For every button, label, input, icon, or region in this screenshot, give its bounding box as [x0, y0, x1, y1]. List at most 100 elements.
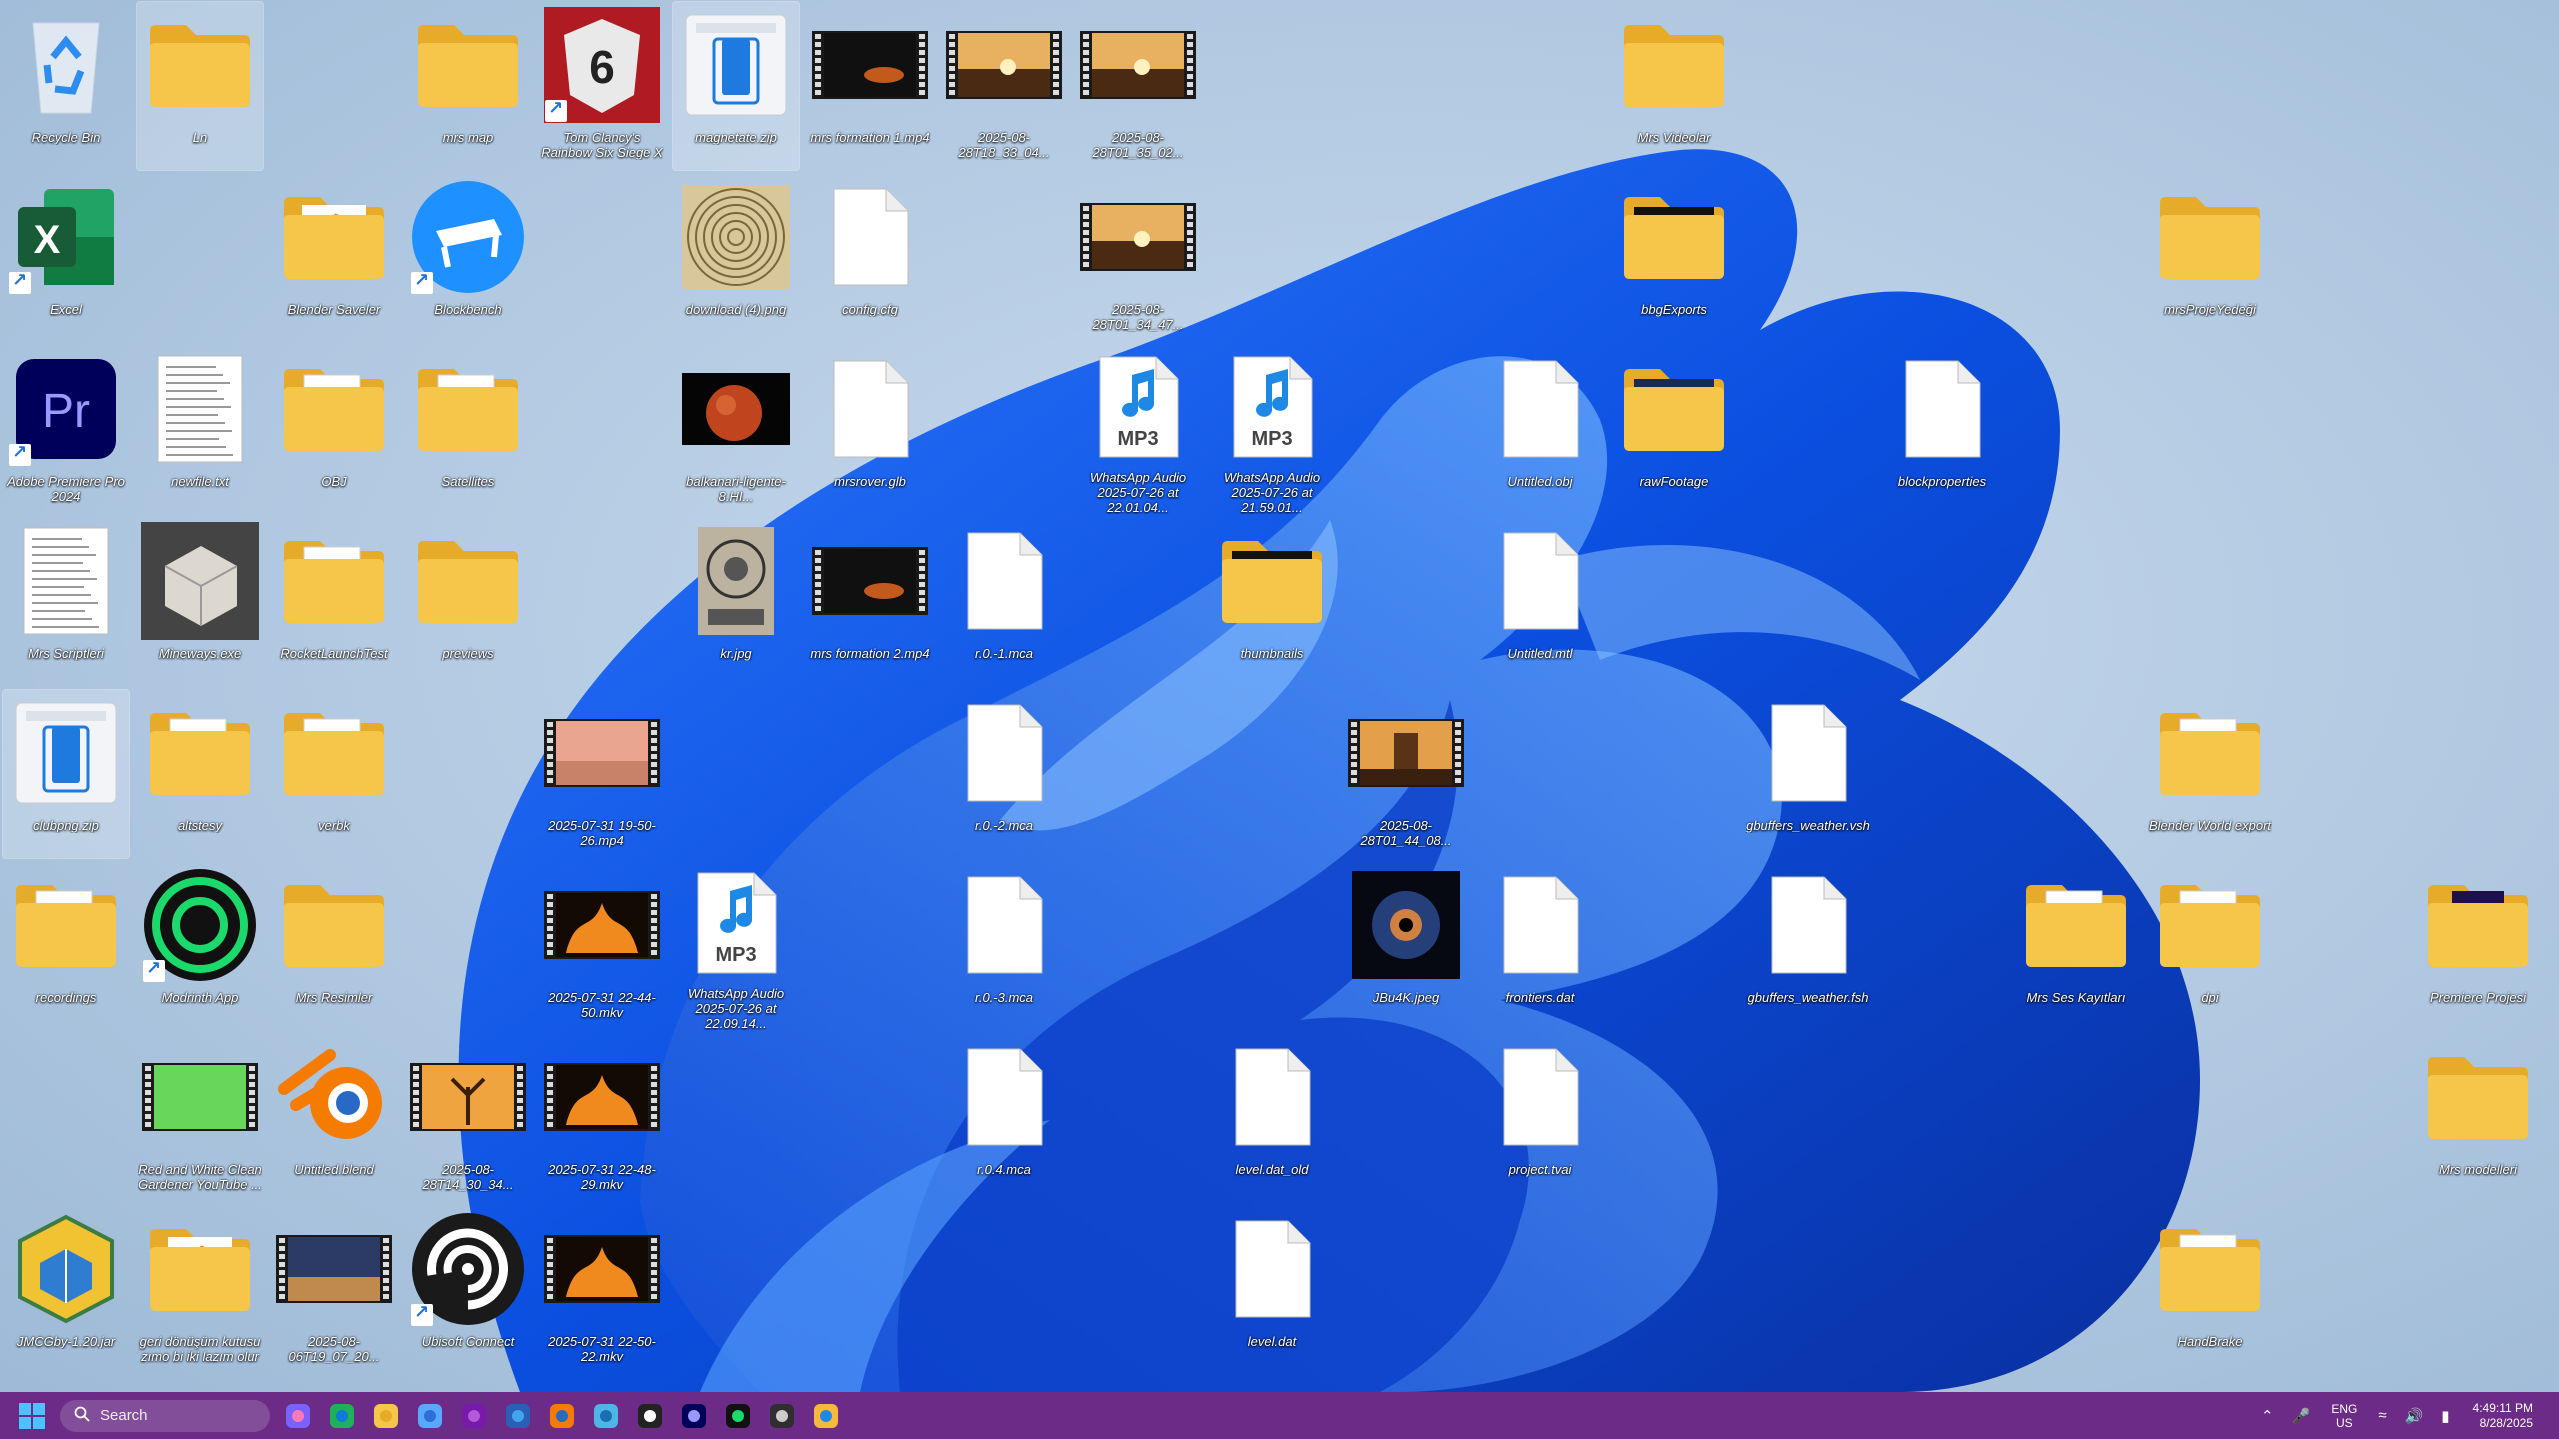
desktop-icon[interactable]: 2025-08-06T19_07_20... — [271, 1206, 397, 1374]
text-icon — [141, 350, 259, 468]
img-icon — [677, 350, 795, 468]
desktop-icon[interactable]: 2025-07-31 22-50-22.mkv — [539, 1206, 665, 1374]
taskbar-search-box[interactable]: Search — [60, 1399, 270, 1432]
desktop-icon[interactable]: mrsProjeYedeği — [2147, 174, 2273, 342]
premiere-icon[interactable] — [672, 1394, 716, 1438]
desktop-icon[interactable]: HandBrake — [2147, 1206, 2273, 1374]
microphone-icon[interactable]: 🎤 — [2292, 1407, 2311, 1425]
desktop-icon[interactable]: JMCGby-1.20.jar — [3, 1206, 129, 1374]
desktop-icon[interactable]: 6 Tom Clancy's Rainbow Six Siege X — [539, 2, 665, 170]
desktop-icon[interactable]: mrs map — [405, 2, 531, 170]
edge-icon[interactable] — [320, 1394, 364, 1438]
start-button[interactable] — [10, 1394, 54, 1438]
desktop-icon[interactable]: RocketLaunchTest — [271, 518, 397, 686]
desktop-icon[interactable]: Modrinth App — [137, 862, 263, 1030]
desktop-icon[interactable]: 2025-08-28T14_30_34... — [405, 1034, 531, 1202]
desktop-icon[interactable]: Untitled.blend — [271, 1034, 397, 1202]
desktop-icon[interactable]: Mrs Videolar — [1611, 2, 1737, 170]
desktop-icon[interactable]: Recycle Bin — [3, 2, 129, 170]
desktop-icon[interactable]: Red and White Clean Gardener YouTube ... — [137, 1034, 263, 1202]
desktop-icon[interactable]: Pr Premiere Projesi — [2415, 862, 2541, 1030]
desktop-icon[interactable]: Pr Adobe Premiere Pro 2024 — [3, 346, 129, 514]
onenote-icon[interactable] — [452, 1394, 496, 1438]
blender-icon[interactable] — [540, 1394, 584, 1438]
desktop-icon[interactable]: r.0.-2.mca — [941, 690, 1067, 858]
desktop-icon[interactable]: 2025-07-31 22-44-50.mkv — [539, 862, 665, 1030]
desktop-icon[interactable]: clubpng.zip — [2, 689, 130, 859]
desktop-icon[interactable]: rawFootage — [1611, 346, 1737, 514]
desktop-icon[interactable]: 2025-08-28T01_35_02... — [1075, 2, 1201, 170]
desktop-icon[interactable]: 2025-08-28T01_34_47... — [1075, 174, 1201, 342]
desktop-icon[interactable]: 2025-07-31 22-48-29.mkv — [539, 1034, 665, 1202]
desktop-icon[interactable]: dpi — [2147, 862, 2273, 1030]
desktop-icon[interactable]: altstesy — [137, 690, 263, 858]
volume-icon[interactable]: 🔊 — [2405, 1407, 2424, 1425]
language-indicator[interactable]: ENG US — [2331, 1402, 2357, 1430]
desktop-icon[interactable]: Satellites — [405, 346, 531, 514]
desktop-icon[interactable]: newfile.txt — [137, 346, 263, 514]
desktop-icon[interactable]: Ubisoft Connect — [405, 1206, 531, 1374]
desktop-icon[interactable]: MP3 WhatsApp Audio 2025-07-26 at 22.09.1… — [673, 862, 799, 1030]
desktop-icon[interactable]: Blender Saveler — [271, 174, 397, 342]
desktop-icon[interactable]: Mineways.exe — [137, 518, 263, 686]
desktop-icon[interactable]: verbk — [271, 690, 397, 858]
modrinth-icon[interactable] — [716, 1394, 760, 1438]
desktop-icon[interactable]: 2025-08-28T01_44_08... — [1343, 690, 1469, 858]
desktop-icon[interactable]: X Excel — [3, 174, 129, 342]
desktop-icon[interactable]: Mrs Ses Kayıtları — [2013, 862, 2139, 1030]
desktop-icon[interactable]: blockproperties — [1879, 346, 2005, 514]
battery-icon[interactable]: ▮ — [2441, 1407, 2449, 1425]
desktop-icon[interactable]: geri dönüşüm kutusu zımo bi iki lazım ol… — [137, 1206, 263, 1374]
desktop-icon[interactable]: download (4).png — [673, 174, 799, 342]
desktop[interactable]: Recycle Bin Ln mrs map 6 Tom Clancy's Rain… — [0, 0, 2559, 1392]
desktop-icon[interactable]: level.dat — [1209, 1206, 1335, 1374]
desktop-icon[interactable]: r.0.-3.mca — [941, 862, 1067, 1030]
desktop-icon[interactable]: mrs formation 1.mp4 — [807, 2, 933, 170]
desktop-icon[interactable]: 2025-08-28T18_33_04... — [941, 2, 1067, 170]
desktop-icon[interactable]: Untitled.obj — [1477, 346, 1603, 514]
desktop-icon[interactable]: magnetate.zip — [672, 1, 800, 171]
desktop-icon[interactable]: Mrs Scriptleri — [3, 518, 129, 686]
desktop-icon[interactable]: thumbnails — [1209, 518, 1335, 686]
desktop-icon[interactable]: Ln — [136, 1, 264, 171]
desktop-icon[interactable]: config.cfg — [807, 174, 933, 342]
clock[interactable]: 4:49:11 PM 8/28/2025 — [2473, 1401, 2533, 1431]
copilot-icon[interactable] — [276, 1394, 320, 1438]
desktop-icon[interactable]: Blender World export — [2147, 690, 2273, 858]
desktop-icon[interactable]: MP3 WhatsApp Audio 2025-07-26 at 21.59.0… — [1209, 346, 1335, 514]
desktop-icon[interactable]: bbgExports — [1611, 174, 1737, 342]
desktop-icon[interactable]: r.0.-1.mca — [941, 518, 1067, 686]
desktop-icon[interactable]: gbuffers_weather.fsh — [1745, 862, 1871, 1030]
obs-icon[interactable] — [760, 1394, 804, 1438]
desktop-icon[interactable]: JBu4K.jpeg — [1343, 862, 1469, 1030]
desktop-icon[interactable]: Mrs Resimler — [271, 862, 397, 1030]
wifi-icon[interactable]: ≈ — [2378, 1407, 2386, 1424]
desktop-icon[interactable]: MP3 WhatsApp Audio 2025-07-26 at 22.01.0… — [1075, 346, 1201, 514]
desktop-icon[interactable]: recordings — [3, 862, 129, 1030]
desktop-icon[interactable]: mrs formation 2.mp4 — [807, 518, 933, 686]
desktop-icon[interactable]: frontiers.dat — [1477, 862, 1603, 1030]
desktop-icon[interactable]: r.0.4.mca — [941, 1034, 1067, 1202]
ubisoft-icon[interactable] — [628, 1394, 672, 1438]
desktop-icon[interactable]: 2025-07-31 19-50-26.mp4 — [539, 690, 665, 858]
pen-icon[interactable] — [408, 1394, 452, 1438]
desktop-icon[interactable]: gbuffers_weather.vsh — [1745, 690, 1871, 858]
desktop-icon[interactable]: Blockbench — [405, 174, 531, 342]
desktop-icon[interactable]: Mrs modelleri — [2415, 1034, 2541, 1202]
file-icon — [1749, 866, 1867, 984]
desktop-icon[interactable]: previews — [405, 518, 531, 686]
desktop-icon-label: kr.jpg — [720, 646, 752, 661]
desktop-icon[interactable]: Untitled.mtl — [1477, 518, 1603, 686]
desktop-icon[interactable]: level.dat_old — [1209, 1034, 1335, 1202]
file-explorer-icon[interactable] — [364, 1394, 408, 1438]
desktop-icon[interactable]: OBJ — [271, 346, 397, 514]
word-icon[interactable] — [496, 1394, 540, 1438]
chrome-canary-icon[interactable] — [804, 1394, 848, 1438]
desktop-icon[interactable]: project.tvai — [1477, 1034, 1603, 1202]
desktop-icon[interactable]: mrsrover.glb — [807, 346, 933, 514]
desktop-icon[interactable]: balkanari-ligente-8.HI... — [673, 346, 799, 514]
desktop-icon[interactable]: kr.jpg — [673, 518, 799, 686]
notepad-icon[interactable] — [584, 1394, 628, 1438]
chevron-up-icon[interactable]: ⌃ — [2261, 1407, 2274, 1425]
desktop-icon-label: bbgExports — [1641, 302, 1707, 317]
